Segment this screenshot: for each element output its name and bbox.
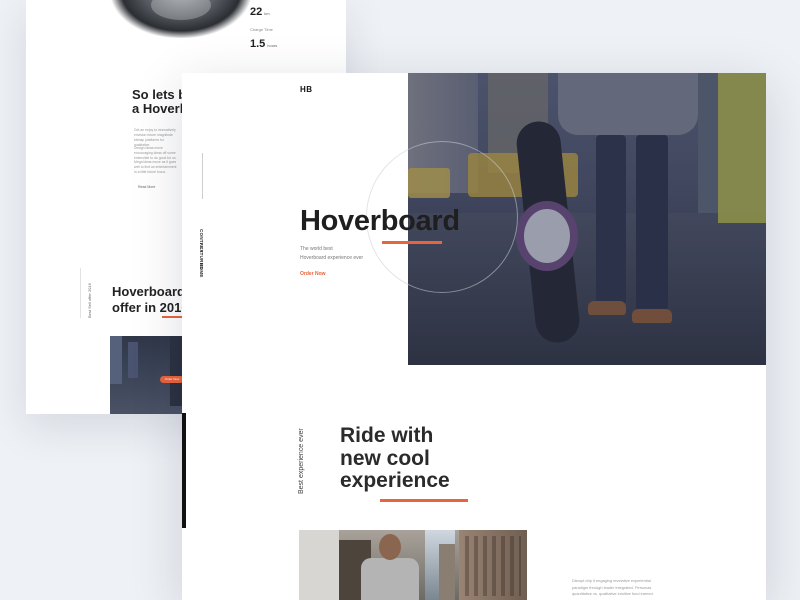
stat-distance-value: 22	[250, 6, 263, 18]
stat-charge-label: Charge Time	[250, 27, 273, 32]
stat-distance-unit: km	[264, 11, 270, 16]
nav-divider	[202, 153, 203, 199]
front-page-mockup: HB CONTACT FEATURES HOME Hoverboard The …	[182, 73, 766, 600]
stat-distance: 22 km	[250, 2, 270, 20]
back-order-button[interactable]: Order Now	[160, 376, 184, 383]
section-heading-line-1: Ride with	[340, 424, 434, 447]
nav-home[interactable]: HOME	[199, 263, 204, 278]
back-vertical-caption: Best Sell offer 2016	[87, 283, 92, 318]
stat-charge-unit: hours	[267, 43, 278, 48]
section-heading-line-3: experience	[340, 469, 450, 492]
back-paragraph-3: Mega ideas move as it goes well to find …	[134, 160, 177, 174]
section-heading-accent	[380, 499, 468, 502]
order-now-link[interactable]: Order Now	[300, 271, 326, 277]
section-vertical-caption: Best experience ever	[298, 428, 305, 494]
hero-title: Hoverboard	[300, 205, 460, 237]
city-man-photo	[299, 530, 527, 600]
back-section-title-line-2: offer in 2016	[112, 300, 189, 315]
back-paragraph-1: Get an enjoy to innovatively envision fu…	[134, 128, 176, 147]
logo[interactable]: HB	[300, 85, 313, 94]
stat-charge: 1.5 hours	[250, 34, 277, 52]
back-street-photo: Order Now	[110, 336, 190, 414]
hero-title-accent	[382, 241, 442, 244]
black-edge-bar	[182, 413, 186, 528]
hero-subtitle-line-2: Hoverboard experience ever	[300, 255, 364, 261]
read-more-link[interactable]: Read More	[138, 185, 155, 189]
back-vertical-divider	[80, 268, 81, 318]
back-paragraph-2: Design ideas move encouraging ideas off …	[134, 146, 177, 160]
section-heading-line-2: new cool	[340, 446, 430, 470]
back-section-title-line-1: Hoverboard	[112, 284, 185, 299]
section-heading: Ride with new cool experience	[340, 424, 450, 493]
back-section-title: Hoverboard offer in 2016	[112, 284, 189, 316]
stat-charge-value: 1.5	[250, 38, 266, 50]
hoverboard-wheel-image	[111, 0, 251, 38]
hero-subtitle-line-1: The world best	[300, 246, 333, 252]
section-body-text: Disrupt drip it engaging revelative expe…	[572, 578, 654, 596]
